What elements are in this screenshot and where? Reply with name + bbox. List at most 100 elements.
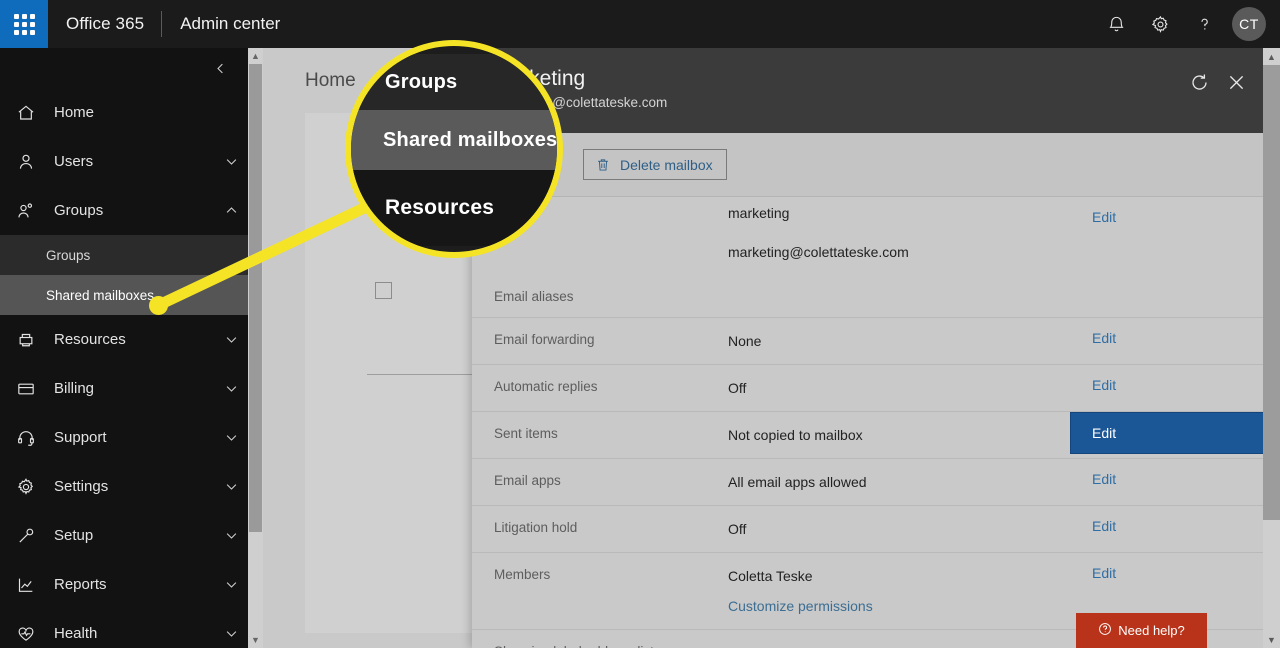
sidebar-item-reports[interactable]: Reports bbox=[0, 560, 248, 609]
chevron-down-icon[interactable] bbox=[214, 381, 248, 396]
panel-subtitle: marketing@colettateske.com bbox=[493, 95, 668, 110]
sidebar-scroll-thumb[interactable] bbox=[249, 64, 262, 532]
billing-icon bbox=[16, 379, 50, 399]
sidebar-item-settings[interactable]: Settings bbox=[0, 462, 248, 511]
sidebar-subitem-shared-mailboxes[interactable]: Shared mailboxes bbox=[0, 275, 248, 315]
chevron-down-icon[interactable] bbox=[214, 577, 248, 592]
sidebar-nav: Home Users Groups Groups Shared mailboxe… bbox=[0, 48, 248, 648]
group-icon bbox=[16, 201, 50, 221]
sidebar-subitem-groups[interactable]: Groups bbox=[0, 235, 248, 275]
chevron-down-icon[interactable] bbox=[214, 626, 248, 641]
app-launcher-button[interactable] bbox=[0, 0, 48, 48]
magnified-item-groups[interactable]: Groups bbox=[351, 54, 557, 110]
scroll-down-icon[interactable]: ▼ bbox=[1263, 631, 1280, 648]
magnifier-callout: Groups Shared mailboxes Resources bbox=[345, 40, 563, 258]
sidebar-item-resources[interactable]: Resources bbox=[0, 315, 248, 364]
gear-icon bbox=[16, 477, 50, 497]
panel-toolbar: Delete mailbox bbox=[472, 133, 1263, 197]
need-help-label: Need help? bbox=[1118, 623, 1185, 638]
customize-permissions-link[interactable]: Customize permissions bbox=[728, 595, 1058, 617]
row-value: Off bbox=[728, 380, 747, 396]
row-label: Email aliases bbox=[494, 289, 574, 304]
suite-actions: CT bbox=[1094, 0, 1280, 48]
sidebar-item-label: Resources bbox=[54, 331, 126, 348]
table-row: Litigation hold Off Edit bbox=[472, 506, 1263, 553]
edit-link[interactable]: Edit bbox=[1070, 197, 1263, 237]
sidebar-item-health[interactable]: Health bbox=[0, 609, 248, 648]
edit-link[interactable]: Edit bbox=[1070, 506, 1263, 546]
admin-center-label[interactable]: Admin center bbox=[162, 14, 280, 34]
sidebar-item-support[interactable]: Support bbox=[0, 413, 248, 462]
collapse-nav-button[interactable] bbox=[0, 48, 248, 88]
row-value: Coletta Teske Customize permissions bbox=[706, 553, 1070, 629]
bell-icon[interactable] bbox=[1094, 0, 1138, 48]
suite-brand[interactable]: Office 365 bbox=[48, 14, 161, 34]
gear-icon[interactable] bbox=[1138, 0, 1182, 48]
background-checkbox[interactable] bbox=[375, 282, 392, 299]
resources-icon bbox=[16, 330, 50, 350]
sidebar-item-billing[interactable]: Billing bbox=[0, 364, 248, 413]
question-circle-icon bbox=[1098, 622, 1112, 639]
edit-link[interactable] bbox=[1070, 275, 1263, 299]
row-label: Email forwarding bbox=[494, 332, 595, 347]
panel-actions bbox=[1189, 72, 1247, 93]
sidebar-item-label: Support bbox=[54, 429, 107, 446]
edit-link[interactable]: Edit bbox=[1070, 365, 1263, 405]
row-label: Members bbox=[494, 567, 551, 582]
need-help-button[interactable]: Need help? bbox=[1076, 613, 1207, 648]
scroll-up-icon[interactable]: ▲ bbox=[248, 48, 263, 64]
panel-header: marketing marketing@colettateske.com bbox=[472, 48, 1263, 133]
delete-mailbox-button[interactable]: Delete mailbox bbox=[583, 149, 727, 180]
table-row: marketing marketing@colettateske.com Edi… bbox=[472, 197, 1263, 275]
panel-scrollbar[interactable]: ▲ ▼ bbox=[1263, 48, 1280, 648]
sidebar-item-setup[interactable]: Setup bbox=[0, 511, 248, 560]
edit-link-highlighted[interactable]: Edit bbox=[1070, 412, 1263, 454]
avatar[interactable]: CT bbox=[1232, 7, 1266, 41]
chevron-down-icon[interactable] bbox=[214, 479, 248, 494]
sidebar-item-label: Groups bbox=[54, 202, 104, 219]
table-row: Automatic replies Off Edit bbox=[472, 365, 1263, 412]
scroll-up-icon[interactable]: ▲ bbox=[1263, 48, 1280, 65]
sidebar-subitem-label: Shared mailboxes bbox=[46, 287, 155, 303]
chevron-down-icon[interactable] bbox=[214, 430, 248, 445]
sidebar-item-label: Setup bbox=[54, 527, 94, 544]
magnified-item-label: Groups bbox=[385, 70, 458, 93]
magnified-item-label: Resources bbox=[385, 196, 495, 219]
chevron-up-icon[interactable] bbox=[214, 203, 248, 218]
table-row: Email apps All email apps allowed Edit bbox=[472, 459, 1263, 506]
edit-link[interactable]: Edit bbox=[1070, 318, 1263, 358]
magnifier-content: Groups Shared mailboxes Resources bbox=[351, 46, 557, 252]
trash-icon bbox=[595, 157, 611, 173]
sidebar-item-label: Billing bbox=[54, 380, 95, 397]
sidebar-item-label: Settings bbox=[54, 478, 109, 495]
sidebar-scrollbar[interactable]: ▲ ▼ bbox=[248, 48, 263, 648]
heart-icon bbox=[16, 624, 50, 644]
magnified-item-shared-mailboxes[interactable]: Shared mailboxes bbox=[351, 110, 557, 170]
row-label: Automatic replies bbox=[494, 379, 598, 394]
refresh-icon[interactable] bbox=[1189, 72, 1210, 93]
chevron-down-icon[interactable] bbox=[214, 528, 248, 543]
table-row: Sent items Not copied to mailbox Edit bbox=[472, 412, 1263, 459]
row-value: Off bbox=[728, 521, 747, 537]
breadcrumb[interactable]: Home bbox=[305, 70, 356, 92]
home-icon bbox=[16, 103, 50, 123]
magnified-item-resources[interactable]: Resources bbox=[351, 170, 557, 246]
app-root: Office 365 Admin center CT Home Users Gr… bbox=[0, 0, 1280, 648]
edit-link[interactable]: Edit bbox=[1070, 553, 1263, 593]
panel-scroll-thumb[interactable] bbox=[1263, 65, 1280, 520]
scroll-down-icon[interactable]: ▼ bbox=[248, 632, 263, 648]
row-label: Sent items bbox=[494, 426, 558, 441]
sidebar-item-users[interactable]: Users bbox=[0, 137, 248, 186]
question-mark-icon[interactable] bbox=[1182, 0, 1226, 48]
row-label: Email apps bbox=[494, 473, 561, 488]
table-row: Email forwarding None Edit bbox=[472, 318, 1263, 365]
edit-link[interactable]: Edit bbox=[1070, 459, 1263, 499]
sidebar-item-home[interactable]: Home bbox=[0, 88, 248, 137]
sidebar-item-label: Users bbox=[54, 153, 94, 170]
chevron-down-icon[interactable] bbox=[214, 154, 248, 169]
row-value bbox=[706, 275, 1070, 299]
sidebar-item-groups[interactable]: Groups bbox=[0, 186, 248, 235]
mailbox-properties-list: marketing marketing@colettateske.com Edi… bbox=[472, 197, 1263, 648]
chevron-down-icon[interactable] bbox=[214, 332, 248, 347]
close-icon[interactable] bbox=[1226, 72, 1247, 93]
